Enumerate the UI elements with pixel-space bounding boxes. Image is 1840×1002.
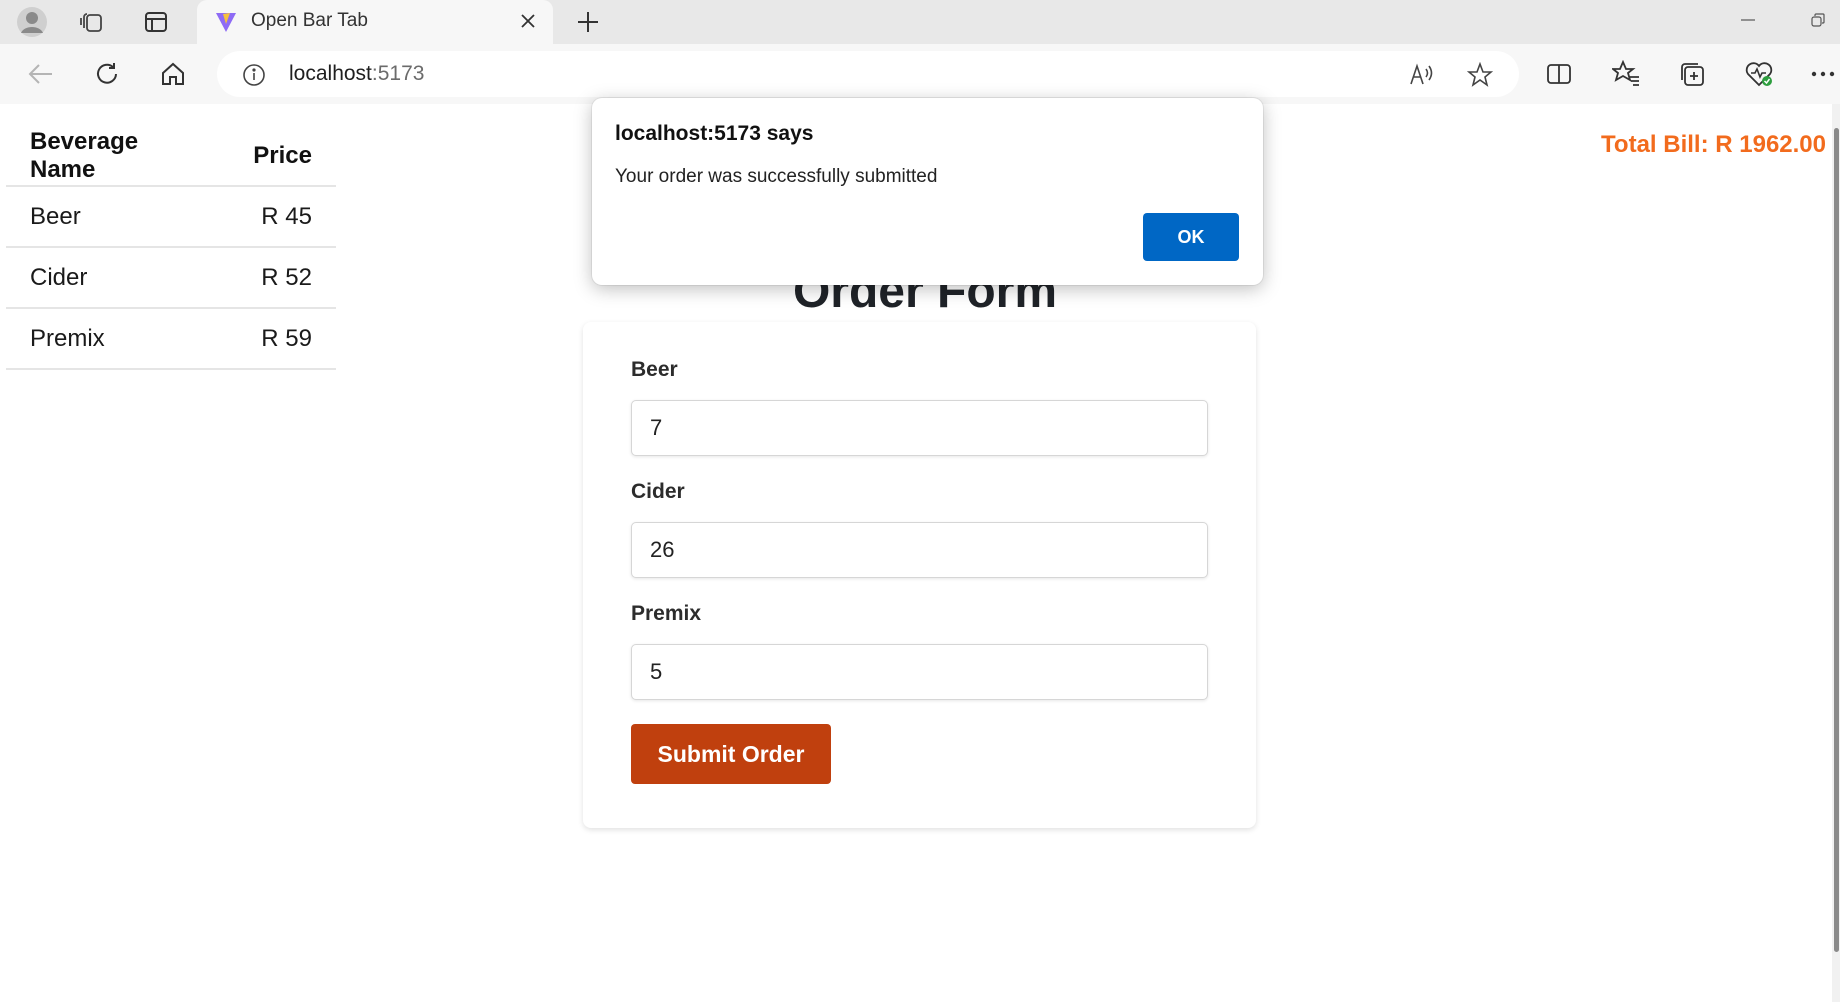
table-header-row: Beverage Name Price	[6, 126, 336, 187]
site-info-icon[interactable]	[241, 62, 267, 88]
refresh-icon[interactable]	[92, 59, 122, 89]
browser-tab-bar: Open Bar Tab	[0, 0, 1840, 44]
cider-quantity-input[interactable]	[631, 522, 1208, 578]
workspaces-icon[interactable]	[78, 8, 106, 36]
collections-icon[interactable]	[1677, 59, 1707, 89]
table-row: Cider R 52	[6, 247, 336, 309]
url-text: localhost:5173	[289, 62, 425, 85]
favorite-star-icon[interactable]	[1466, 61, 1494, 89]
dialog-title: localhost:5173 says	[615, 122, 814, 145]
restore-icon[interactable]	[1806, 8, 1830, 32]
vite-favicon	[213, 9, 239, 35]
beverage-name-cell: Beer	[6, 186, 230, 248]
premix-label: Premix	[631, 602, 702, 625]
split-screen-icon[interactable]	[1544, 59, 1574, 89]
beer-quantity-input[interactable]	[631, 400, 1208, 456]
column-header-price: Price	[229, 126, 336, 187]
beverage-price-cell: R 45	[229, 186, 336, 248]
address-bar[interactable]: localhost:5173	[217, 51, 1519, 97]
total-bill: Total Bill: R 1962.00	[1601, 131, 1826, 158]
submit-order-button[interactable]: Submit Order	[631, 724, 831, 784]
home-icon[interactable]	[158, 59, 188, 89]
beverage-name-cell: Cider	[6, 247, 230, 309]
ok-button[interactable]: OK	[1143, 213, 1239, 261]
new-tab-icon[interactable]	[574, 8, 602, 36]
order-form: Beer Cider Premix Submit Order	[583, 322, 1256, 828]
browser-essentials-icon[interactable]	[1743, 59, 1775, 89]
minimize-icon[interactable]	[1736, 8, 1760, 32]
beverage-price-table: Beverage Name Price Beer R 45 Cider R 52…	[6, 126, 336, 370]
close-icon[interactable]	[515, 8, 541, 34]
tab-actions-icon[interactable]	[142, 8, 170, 36]
cider-label: Cider	[631, 480, 685, 503]
table-row: Beer R 45	[6, 186, 336, 248]
favorites-icon[interactable]	[1611, 59, 1641, 89]
more-icon[interactable]	[1808, 59, 1838, 89]
beverage-price-cell: R 52	[229, 247, 336, 309]
beer-label: Beer	[631, 358, 678, 381]
browser-tab-active[interactable]: Open Bar Tab	[197, 0, 553, 44]
browser-toolbar: localhost:5173	[0, 44, 1840, 104]
scrollbar-thumb[interactable]	[1834, 128, 1839, 952]
read-aloud-icon[interactable]	[1407, 61, 1435, 89]
beverage-price-cell: R 59	[229, 308, 336, 370]
column-header-beverage-name: Beverage Name	[6, 126, 230, 187]
beverage-name-cell: Premix	[6, 308, 230, 370]
table-row: Premix R 59	[6, 308, 336, 370]
premix-quantity-input[interactable]	[631, 644, 1208, 700]
tab-title: Open Bar Tab	[251, 10, 368, 31]
alert-dialog: localhost:5173 says Your order was succe…	[592, 98, 1263, 285]
dialog-message: Your order was successfully submitted	[615, 166, 938, 187]
profile-icon[interactable]	[16, 6, 48, 38]
back-icon[interactable]	[26, 59, 56, 89]
